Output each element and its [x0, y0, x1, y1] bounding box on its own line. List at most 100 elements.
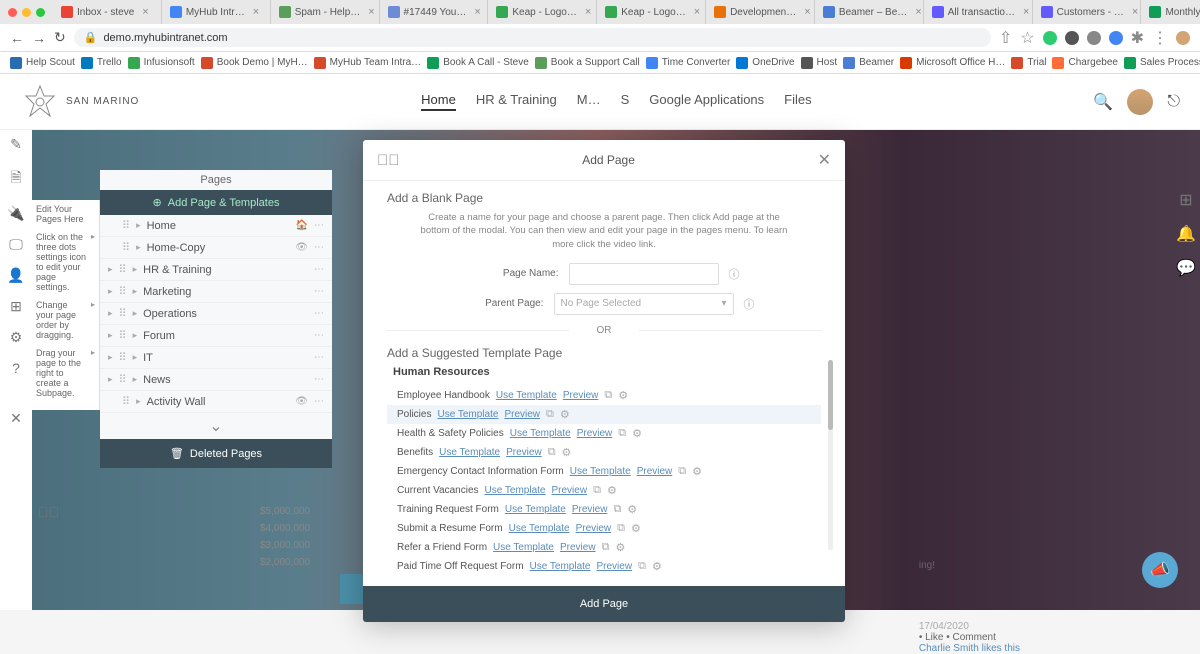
- expand-toggle-icon[interactable]: ▸: [133, 308, 138, 319]
- info-icon[interactable]: ⓘ: [744, 296, 755, 312]
- user-avatar[interactable]: [1127, 89, 1153, 115]
- settings-icon[interactable]: ⚙: [562, 446, 572, 459]
- browser-tab[interactable]: #17449 You…×: [380, 0, 489, 24]
- ext-icon-3[interactable]: [1087, 31, 1101, 45]
- bookmark-item[interactable]: Time Converter: [646, 57, 731, 69]
- chevron-right-icon[interactable]: ▸: [91, 232, 95, 241]
- tab-close-icon[interactable]: ×: [253, 6, 259, 18]
- settings-icon[interactable]: ⚙: [692, 465, 702, 478]
- site-logo[interactable]: SAN MARINO: [20, 82, 139, 122]
- expand-toggle-icon[interactable]: ▸: [133, 286, 138, 297]
- profile-avatar-icon[interactable]: [1176, 31, 1190, 45]
- close-window-icon[interactable]: [8, 8, 17, 17]
- expand-icon[interactable]: ▸: [108, 374, 113, 385]
- bookmark-item[interactable]: Sales Process: [1124, 57, 1200, 69]
- drag-handle-icon[interactable]: ⠿: [119, 263, 127, 276]
- tab-close-icon[interactable]: ×: [1132, 6, 1138, 18]
- page-tree-item[interactable]: ▸⠿▸Forum⋯: [100, 325, 332, 347]
- drag-handle-icon[interactable]: ⠿: [119, 285, 127, 298]
- use-template-link[interactable]: Use Template: [493, 542, 554, 553]
- tab-close-icon[interactable]: ×: [1023, 6, 1029, 18]
- browser-tab[interactable]: Inbox - steve×: [53, 0, 162, 24]
- settings-icon[interactable]: ⚙: [607, 484, 617, 497]
- copy-icon[interactable]: ⧉: [593, 484, 601, 497]
- expand-toggle-icon[interactable]: ▸: [136, 396, 141, 407]
- feed-actions[interactable]: • Like • Comment: [919, 632, 1020, 643]
- parent-page-select[interactable]: No Page Selected ▾: [554, 293, 734, 315]
- preview-link[interactable]: Preview: [576, 523, 612, 534]
- eye-off-icon[interactable]: 👁: [295, 242, 308, 253]
- use-template-link[interactable]: Use Template: [510, 428, 571, 439]
- bookmark-item[interactable]: Host: [801, 57, 838, 69]
- reload-button[interactable]: ↻: [54, 29, 66, 46]
- preview-link[interactable]: Preview: [504, 409, 540, 420]
- expand-icon[interactable]: ▸: [108, 330, 113, 341]
- more-icon[interactable]: ⋯: [314, 242, 324, 253]
- puzzle-icon[interactable]: ✱: [1131, 28, 1144, 48]
- monitor-icon[interactable]: 🖵: [9, 236, 23, 253]
- bell-icon[interactable]: 🔔: [1176, 224, 1196, 244]
- bookmark-item[interactable]: Book Demo | MyH…: [201, 57, 308, 69]
- copy-icon[interactable]: ⧉: [618, 427, 626, 440]
- info-icon[interactable]: ⓘ: [729, 266, 740, 282]
- copy-icon[interactable]: ⧉: [548, 446, 556, 459]
- page-name-input[interactable]: [569, 263, 719, 285]
- gear-icon[interactable]: ⚙: [10, 329, 23, 346]
- nav-item[interactable]: Files: [784, 92, 811, 111]
- expand-toggle-icon[interactable]: ▸: [133, 330, 138, 341]
- browser-tab[interactable]: Beamer – Be…×: [815, 0, 924, 24]
- copy-icon[interactable]: ⧉: [602, 541, 610, 554]
- page-tree-item[interactable]: ⠿▸Activity Wall👁⋯: [100, 391, 332, 413]
- tab-close-icon[interactable]: ×: [804, 6, 810, 18]
- expand-toggle-icon[interactable]: ▸: [136, 242, 141, 253]
- drag-handle-icon[interactable]: ⠿: [122, 241, 130, 254]
- more-icon[interactable]: ⋯: [314, 286, 324, 297]
- expand-icon[interactable]: ▸: [108, 308, 113, 319]
- feed-likes[interactable]: Charlie Smith likes this: [919, 643, 1020, 654]
- bookmark-item[interactable]: Infusionsoft: [128, 57, 195, 69]
- use-template-link[interactable]: Use Template: [437, 409, 498, 420]
- copy-icon[interactable]: ⧉: [604, 389, 612, 402]
- drag-handle-icon[interactable]: ⠿: [122, 395, 130, 408]
- nav-item[interactable]: Home: [421, 92, 456, 111]
- close-rail-icon[interactable]: ✕: [10, 410, 22, 427]
- bookmark-item[interactable]: Help Scout: [10, 57, 75, 69]
- copy-icon[interactable]: ⧉: [613, 503, 621, 516]
- browser-tab[interactable]: Spam - Help…×: [271, 0, 380, 24]
- browser-tab[interactable]: Keap - Logo…×: [597, 0, 706, 24]
- star-icon[interactable]: ☆: [1020, 28, 1034, 48]
- tab-close-icon[interactable]: ×: [694, 6, 700, 18]
- tab-close-icon[interactable]: ×: [368, 6, 374, 18]
- page-tree-item[interactable]: ⠿▸Home🏠⋯: [100, 215, 332, 237]
- tab-close-icon[interactable]: ×: [915, 6, 921, 18]
- preview-link[interactable]: Preview: [552, 485, 588, 496]
- more-icon[interactable]: ⋯: [314, 264, 324, 275]
- search-icon[interactable]: 🔍: [1093, 92, 1113, 112]
- bookmark-item[interactable]: MyHub Team Intra…: [314, 57, 422, 69]
- page-tree-item[interactable]: ▸⠿▸IT⋯: [100, 347, 332, 369]
- more-icon[interactable]: ⋯: [314, 352, 324, 363]
- use-template-link[interactable]: Use Template: [485, 485, 546, 496]
- more-icon[interactable]: ⋯: [314, 220, 324, 231]
- preview-link[interactable]: Preview: [572, 504, 608, 515]
- nav-item[interactable]: S: [621, 92, 630, 111]
- template-scrollbar[interactable]: [828, 360, 833, 550]
- bookmark-item[interactable]: OneDrive: [736, 57, 794, 69]
- page-tree-item[interactable]: ▸⠿▸Operations⋯: [100, 303, 332, 325]
- settings-icon[interactable]: ⚙: [618, 389, 628, 402]
- bookmark-item[interactable]: Trial: [1011, 57, 1046, 69]
- drag-handle-icon[interactable]: ⠿: [122, 219, 130, 232]
- drag-handle-icon[interactable]: ⠿: [119, 307, 127, 320]
- expand-icon[interactable]: ▸: [108, 264, 113, 275]
- bookmark-item[interactable]: Beamer: [843, 57, 894, 69]
- eye-off-icon[interactable]: 👁: [295, 396, 308, 407]
- more-icon[interactable]: ⋯: [314, 330, 324, 341]
- browser-tab[interactable]: MyHub Intr…×: [162, 0, 271, 24]
- copy-icon[interactable]: ⧉: [678, 465, 686, 478]
- bookmark-item[interactable]: Book A Call - Steve: [427, 57, 529, 69]
- url-field[interactable]: 🔒 demo.myhubintranet.com: [74, 28, 991, 47]
- use-template-link[interactable]: Use Template: [509, 523, 570, 534]
- settings-icon[interactable]: ⚙: [560, 408, 570, 421]
- expand-toggle-icon[interactable]: ▸: [133, 352, 138, 363]
- ext-icon-4[interactable]: [1109, 31, 1123, 45]
